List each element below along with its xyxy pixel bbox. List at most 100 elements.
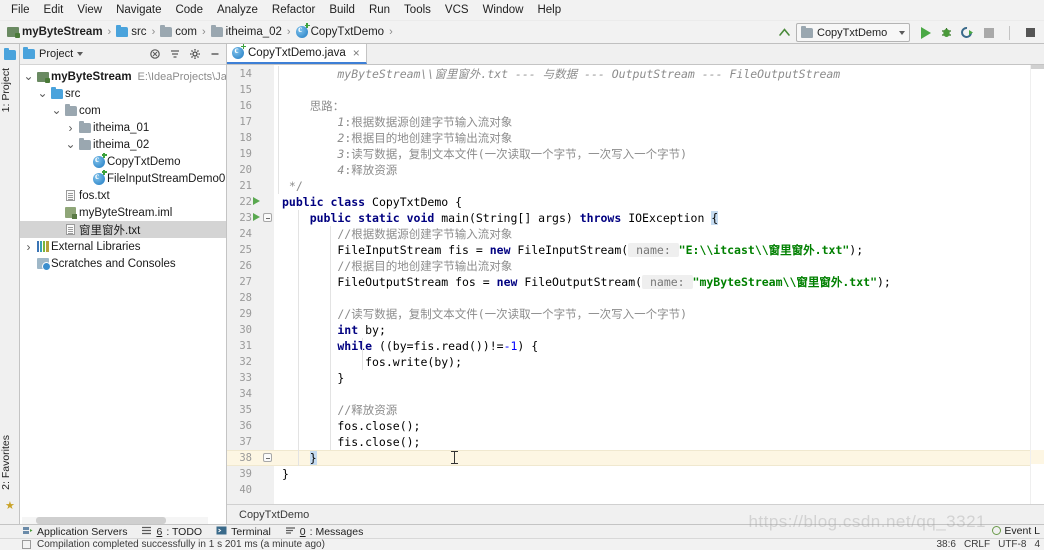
chevron-down-icon[interactable]: ⌄	[22, 70, 35, 82]
bottom-tab--todo[interactable]: 6: TODO	[141, 525, 202, 539]
project-tool-window: Project ⌄myByteStreamE:\IdeaProjects\Jav…	[20, 44, 227, 524]
indent-guide	[278, 66, 279, 194]
line-number-gutter[interactable]: 14 15 16 17 18 19 20 21 22 23 24 25 26 27 28 29 30 31 32 33…	[227, 65, 274, 504]
event-log-button[interactable]: Event L	[992, 524, 1040, 537]
tree-node-mybytestream[interactable]: ⌄ myByteStream E:\IdeaProjects\JavaSE	[20, 68, 226, 85]
menu-item-view[interactable]: View	[70, 2, 109, 18]
code-token: FileOutputStream(	[524, 275, 643, 289]
bottom-tab-application-servers[interactable]: Application Servers	[22, 525, 127, 539]
menu-item-tools[interactable]: Tools	[397, 2, 438, 18]
chevron-right-icon[interactable]: ›	[22, 240, 35, 254]
debug-button[interactable]	[937, 23, 956, 42]
tree-node-itheima-02[interactable]: ⌄ itheima_02	[20, 136, 226, 153]
bottom-tab-terminal[interactable]: Terminal	[216, 525, 271, 539]
tree-node-fileinputstreamdemo01[interactable]: FileInputStreamDemo01	[20, 169, 226, 187]
code-fold-icon[interactable]	[263, 453, 272, 462]
tree-node-itheima-01[interactable]: › itheima_01	[20, 119, 226, 136]
settings-gear-icon[interactable]	[187, 46, 203, 62]
hide-panel-icon[interactable]	[207, 46, 223, 62]
code-line: myByteStream\\窗里窗外.txt --- 与数据 --- Outpu…	[282, 66, 840, 82]
menu-item-vcs[interactable]: VCS	[438, 2, 476, 18]
chevron-down-icon[interactable]: ⌄	[64, 138, 77, 150]
update-project-icon[interactable]	[775, 23, 794, 42]
line-number: 26	[239, 260, 252, 272]
editor-breadcrumb[interactable]: CopyTxtDemo	[227, 504, 1044, 524]
chevron-down-icon[interactable]: ⌄	[36, 87, 49, 99]
menu-item-window[interactable]: Window	[476, 2, 531, 18]
bottom-tab--messages[interactable]: 0: Messages	[285, 525, 363, 539]
server-icon	[22, 525, 33, 539]
project-tree[interactable]: ⌄myByteStreamE:\IdeaProjects\JavaSE⌄src⌄…	[20, 65, 226, 524]
package-icon	[77, 137, 92, 150]
stop-button[interactable]	[979, 23, 998, 42]
tool-tab-project[interactable]: 1: Project	[0, 64, 20, 116]
collapse-all-icon[interactable]	[147, 46, 163, 62]
messages-icon	[285, 525, 296, 539]
menu-item-navigate[interactable]: Navigate	[109, 2, 168, 18]
class-icon	[91, 152, 107, 168]
menu-item-file[interactable]: File	[4, 2, 37, 18]
project-horizontal-scrollbar[interactable]	[22, 517, 208, 524]
caret-position[interactable]: 38:6	[937, 539, 956, 550]
tree-node-scratches-and-consoles[interactable]: Scratches and Consoles	[20, 255, 226, 272]
code-token: -1	[503, 339, 518, 353]
expand-collapse-icon[interactable]	[167, 46, 183, 62]
iml-icon	[63, 207, 78, 219]
project-panel-title: Project	[39, 48, 74, 60]
menu-item-run[interactable]: Run	[362, 2, 397, 18]
breadcrumb-item-com[interactable]: com	[158, 25, 199, 38]
run-gutter-icon[interactable]	[253, 213, 260, 221]
code-token: IOException	[628, 211, 712, 225]
code-token: ) {	[517, 339, 539, 353]
code-token: //根据目的地创建字节输出流对象	[282, 259, 513, 273]
tree-node-copytxtdemo[interactable]: CopyTxtDemo	[20, 152, 226, 170]
indent-size[interactable]: 4	[1034, 539, 1040, 550]
breadcrumb-item-copytxtdemo[interactable]: CopyTxtDemo	[294, 23, 387, 38]
chevron-down-icon[interactable]: ⌄	[50, 104, 63, 116]
breadcrumb-item-itheima-02[interactable]: itheima_02	[209, 25, 284, 38]
status-bar: Compilation completed successfully in 1 …	[0, 538, 1044, 550]
indent-guide	[330, 226, 331, 450]
scrollbar-thumb[interactable]	[36, 517, 166, 524]
menu-item-refactor[interactable]: Refactor	[265, 2, 322, 18]
editor-tab-copytxtdemo[interactable]: CopyTxtDemo.java ×	[227, 44, 367, 64]
chevron-right-icon[interactable]: ›	[64, 121, 77, 135]
run-gutter-icon[interactable]	[253, 197, 260, 205]
tree-node-fos-txt[interactable]: fos.txt	[20, 187, 226, 204]
menu-item-edit[interactable]: Edit	[37, 2, 71, 18]
code-viewport[interactable]: 14 15 16 17 18 19 20 21 22 23 24 25 26 27 28 29 30 31 32 33…	[227, 65, 1044, 504]
code-token: public class	[282, 195, 373, 209]
line-number: 20	[239, 164, 252, 176]
tool-tab-favorites[interactable]: 2: Favorites	[0, 431, 20, 494]
marker-scrollbar-track[interactable]	[1031, 65, 1044, 69]
line-separator[interactable]: CRLF	[964, 539, 990, 550]
code-line: 1:根据数据源创建字节输入流对象	[282, 114, 512, 130]
code-fold-icon[interactable]	[263, 213, 272, 222]
run-with-coverage-button[interactable]	[958, 23, 977, 42]
file-encoding[interactable]: UTF-8	[998, 539, 1026, 550]
run-button[interactable]	[916, 23, 935, 42]
menu-item-analyze[interactable]: Analyze	[210, 2, 265, 18]
toolbar-divider	[1000, 23, 1019, 42]
project-view-chevron-icon[interactable]	[77, 52, 84, 56]
breadcrumb-item-mybytestream[interactable]: myByteStream	[5, 26, 105, 38]
run-configuration-selector[interactable]: CopyTxtDemo	[796, 23, 910, 42]
code-token: }	[282, 467, 289, 481]
tree-node-mybytestream-iml[interactable]: myByteStream.iml	[20, 204, 226, 221]
tree-node--txt[interactable]: 窗里窗外.txt	[20, 221, 226, 238]
breadcrumb-item-src[interactable]: src	[114, 25, 148, 38]
close-icon[interactable]: ×	[353, 46, 360, 60]
menu-item-code[interactable]: Code	[168, 2, 210, 18]
code-text[interactable]: myByteStream\\窗里窗外.txt --- 与数据 --- Outpu…	[274, 65, 1030, 504]
java-class-icon	[232, 44, 246, 59]
tree-node-com[interactable]: ⌄ com	[20, 102, 226, 119]
menu-item-help[interactable]: Help	[530, 2, 568, 18]
tree-node-src[interactable]: ⌄ src	[20, 85, 226, 102]
menu-item-build[interactable]: Build	[322, 2, 362, 18]
code-token: */	[282, 179, 303, 193]
marker-gutter[interactable]	[1030, 65, 1044, 504]
tree-node-external-libraries[interactable]: › External Libraries	[20, 238, 226, 255]
search-everywhere-icon[interactable]	[1021, 23, 1040, 42]
module-icon	[35, 71, 50, 83]
